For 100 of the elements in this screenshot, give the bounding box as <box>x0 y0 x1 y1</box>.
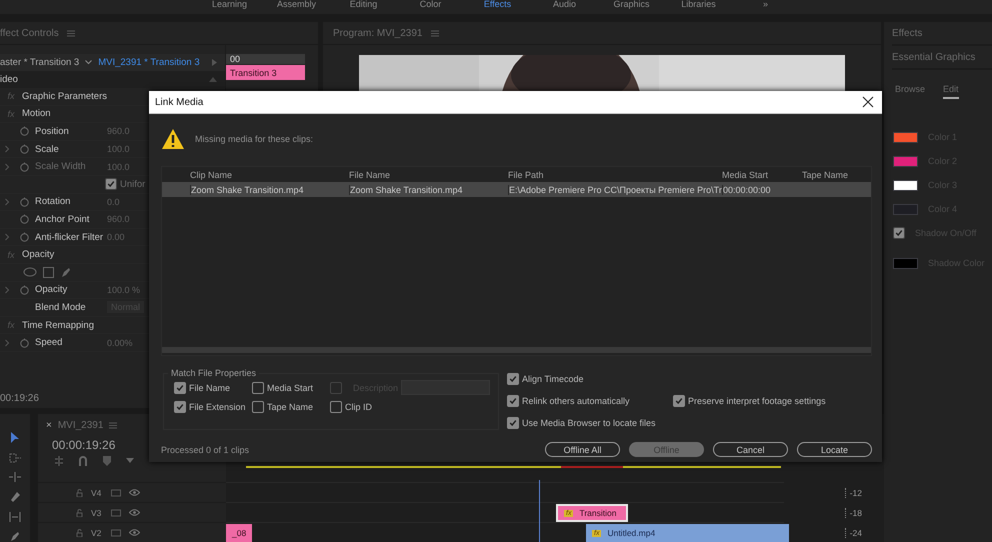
property-name: Scale <box>35 144 59 155</box>
table-row[interactable]: Zoom Shake Transition.mp4 Zoom Shake Transition.mp4 E:\Adobe Premiere Pro CC\Проекты Premiere Pro\Tr00:00:00:00 <box>162 182 871 197</box>
play-icon <box>212 59 217 66</box>
property-value[interactable]: 0.00 <box>107 232 125 242</box>
color-swatch[interactable] <box>893 156 918 166</box>
effect-name: Graphic Parameters <box>22 90 108 102</box>
color-swatch[interactable] <box>893 180 918 190</box>
clip-bar[interactable]: Transition 3 <box>226 65 305 80</box>
timeline-clip[interactable]: _08 <box>226 524 252 542</box>
property-value[interactable]: 100.0 % <box>107 284 140 295</box>
clip-name: Transition <box>579 508 616 518</box>
chevron-icon <box>4 233 10 242</box>
property-value[interactable]: 0.0 <box>107 196 120 207</box>
checkbox[interactable] <box>174 382 186 394</box>
lock-icon[interactable] <box>76 508 83 516</box>
timecode[interactable]: 00:00:19:26 <box>52 438 116 452</box>
meter-tick: -18 <box>844 508 862 518</box>
checkbox[interactable] <box>252 382 264 394</box>
property-name: Position <box>35 126 69 137</box>
column-header[interactable]: File Name <box>349 170 508 180</box>
lock-icon[interactable] <box>76 528 83 536</box>
eye-icon[interactable] <box>129 489 140 496</box>
checkbox[interactable] <box>105 178 117 190</box>
stopwatch-icon <box>20 338 28 348</box>
checkbox-label: Media Start <box>267 382 314 392</box>
property-value[interactable]: 960.0 <box>107 126 130 136</box>
marker-icon[interactable] <box>102 456 112 466</box>
panel-title[interactable]: Program: MVI_2391 <box>333 28 422 38</box>
sequence-clip-link[interactable]: MVI_2391 * Transition 3 <box>98 57 200 68</box>
warning-icon <box>161 128 185 150</box>
table-cell: E:\Adobe Premiere Pro CC\Проекты Premiere Pro\Tr <box>508 184 722 194</box>
slip-tool-icon[interactable] <box>9 512 21 522</box>
checkbox[interactable] <box>174 401 186 413</box>
track-select-icon[interactable] <box>9 453 21 463</box>
panel-title[interactable]: Effects <box>892 28 922 38</box>
checkbox-label: Preserve interpret footage settings <box>688 396 826 406</box>
property-name: Opacity <box>35 284 68 296</box>
collapse-icon <box>209 77 217 82</box>
clip-name: _08 <box>232 528 246 538</box>
table-cell: Zoom Shake Transition.mp4 <box>349 184 508 194</box>
property-value[interactable]: 100.0 <box>107 144 130 154</box>
menu-icon <box>109 422 118 428</box>
workspace-tab[interactable]: Libraries <box>665 0 732 9</box>
close-button[interactable]: × <box>46 420 52 430</box>
checkbox[interactable] <box>252 401 264 413</box>
column-header[interactable]: Media Start <box>722 170 802 180</box>
workspace-tab[interactable]: Color <box>397 0 464 9</box>
property-name: Rotation <box>35 196 70 208</box>
stopwatch-icon <box>20 144 28 154</box>
panel-title[interactable]: ffect Controls <box>0 28 59 38</box>
dropdown-caret-icon <box>85 60 92 65</box>
checkbox[interactable] <box>330 401 342 413</box>
ripple-edit-icon[interactable] <box>9 472 21 482</box>
checkbox[interactable] <box>507 416 519 428</box>
panel-tab[interactable]: Edit <box>943 84 959 99</box>
panel-title[interactable]: Essential Graphics <box>892 52 976 62</box>
selection-tool-icon[interactable] <box>10 432 20 444</box>
property-value[interactable]: 0.00% <box>107 338 133 348</box>
color-swatch[interactable] <box>893 204 918 214</box>
track-label: V3 <box>91 508 102 518</box>
workspace-tab[interactable]: Editing <box>330 0 397 9</box>
checkbox-label: Relink others automatically <box>522 396 630 406</box>
overflow-button[interactable]: » <box>732 0 799 9</box>
rectangle-mask-icon <box>43 266 54 278</box>
sequence-tab[interactable]: MVI_2391 <box>58 420 104 430</box>
checkbox-label: File Extension <box>189 402 246 412</box>
property-value[interactable]: 960.0 <box>107 214 130 224</box>
property-name: Speed <box>35 337 62 348</box>
eye-icon[interactable] <box>129 509 140 516</box>
effect-name: Motion <box>22 108 51 120</box>
workspace-tab[interactable]: Graphics <box>598 0 665 9</box>
workspace-tab[interactable]: Learning <box>196 0 263 9</box>
checkbox[interactable] <box>893 227 905 239</box>
column-header[interactable]: File Path <box>508 170 722 180</box>
eye-icon[interactable] <box>129 529 140 536</box>
dialog-button[interactable]: Offline All <box>545 442 620 457</box>
lock-icon[interactable] <box>76 488 83 496</box>
stopwatch-icon <box>20 196 28 207</box>
pen-icon[interactable] <box>9 531 21 541</box>
checkbox[interactable] <box>507 394 519 406</box>
stopwatch-icon <box>20 214 28 224</box>
close-button[interactable] <box>862 96 874 108</box>
workspace-tab[interactable]: Assembly <box>263 0 330 9</box>
workspace-tab[interactable]: Audio <box>531 0 598 9</box>
meter-tick: -12 <box>844 488 862 498</box>
time-ruler[interactable]: 00 <box>226 54 305 64</box>
dialog-button[interactable]: Cancel <box>713 442 788 457</box>
column-header[interactable]: Tape Name <box>802 170 871 180</box>
chevron-icon <box>4 162 10 171</box>
workspace-tab[interactable]: Effects <box>464 0 531 9</box>
dialog-button[interactable]: Locate <box>797 442 872 457</box>
color-swatch[interactable] <box>893 132 918 142</box>
color-swatch[interactable] <box>893 258 918 268</box>
column-header[interactable]: Clip Name <box>190 170 349 180</box>
panel-tab[interactable]: Browse <box>895 84 926 99</box>
checkbox[interactable] <box>507 372 519 384</box>
razor-icon[interactable] <box>9 491 21 503</box>
effect-name: Time Remapping <box>22 320 94 331</box>
magnet-icon[interactable] <box>78 456 88 466</box>
checkbox[interactable] <box>673 394 685 406</box>
